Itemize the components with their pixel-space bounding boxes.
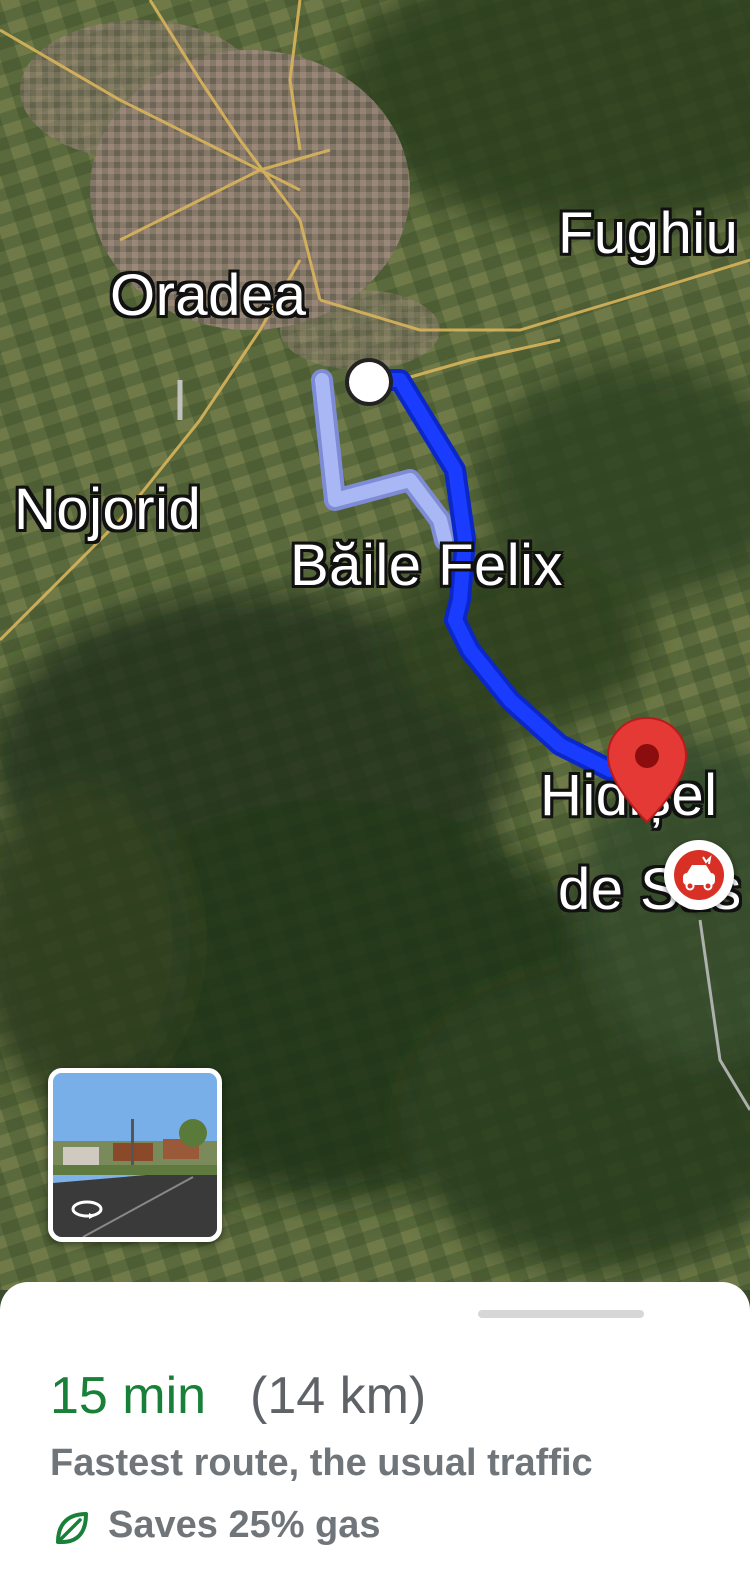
place-label-nojorid: Nojorid	[14, 477, 202, 542]
place-label-baile-felix: Băile Felix	[290, 533, 564, 598]
eco-savings-text: Saves 25% gas	[108, 1504, 381, 1546]
route-duration: 15 min	[50, 1367, 207, 1425]
satellite-map[interactable]: Oradea Fughiu Nojorid Băile Felix Hidișe…	[0, 0, 750, 1290]
sheet-drag-handle[interactable]	[478, 1310, 644, 1318]
street-view-thumbnail[interactable]	[48, 1068, 222, 1242]
route-description: Fastest route, the usual traffic	[50, 1442, 593, 1484]
place-label-oradea: Oradea	[110, 263, 307, 328]
destination-pin-icon[interactable]	[604, 714, 690, 834]
leaf-icon	[56, 1512, 88, 1544]
rotate-360-icon	[71, 1200, 103, 1219]
route-details-sheet[interactable]: 15 min (14 km) Fastest route, the usual …	[0, 1282, 750, 1588]
place-label-fughiu: Fughiu	[558, 201, 739, 266]
car-crash-icon[interactable]	[664, 840, 734, 910]
route-distance: (14 km)	[250, 1367, 427, 1425]
origin-marker[interactable]	[345, 358, 393, 406]
